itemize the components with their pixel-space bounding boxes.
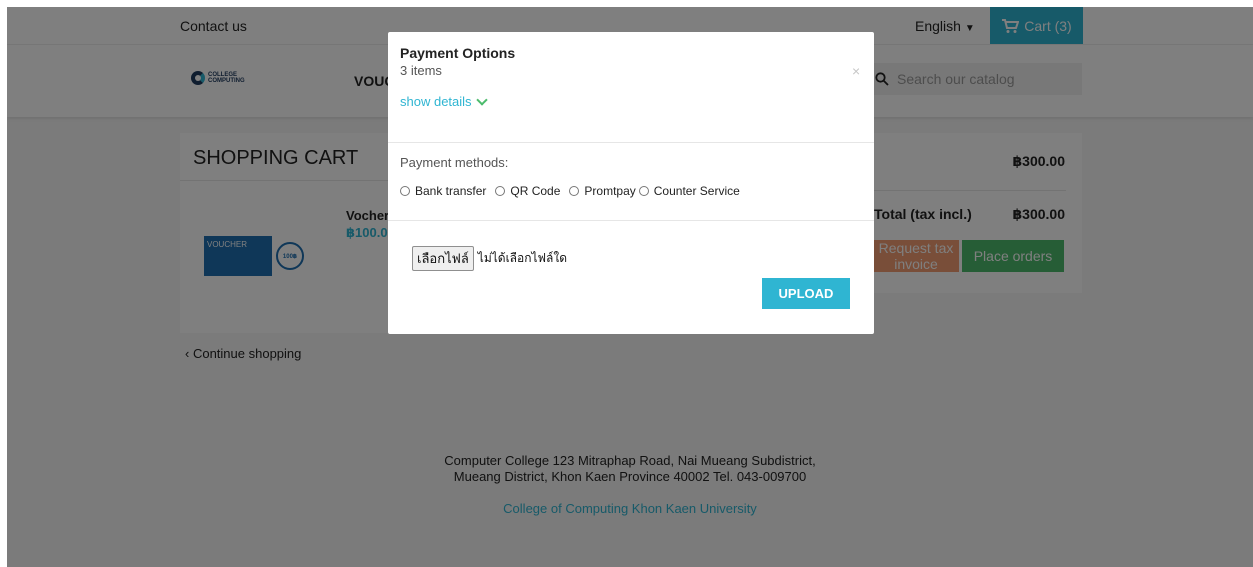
payment-methods-label: Payment methods: [400, 155, 509, 170]
file-upload-row: เลือกไฟล์ ไม่ได้เลือกไฟล์ใด [412, 246, 567, 271]
radio-button[interactable] [400, 186, 410, 196]
radio-button[interactable] [638, 186, 649, 196]
divider [388, 220, 874, 221]
file-status-text: ไม่ได้เลือกไฟล์ใด [477, 251, 568, 265]
show-details-toggle[interactable]: show details [400, 93, 488, 109]
radio-button[interactable] [569, 186, 580, 196]
option-label: Bank transfer [415, 184, 487, 198]
upload-button[interactable]: UPLOAD [762, 278, 850, 309]
show-details-label: show details [400, 94, 472, 109]
option-label: QR Code [510, 184, 561, 198]
close-icon[interactable]: × [852, 63, 860, 79]
payment-option-promtpay[interactable]: Promtpay [569, 184, 636, 198]
chevron-down-icon [475, 93, 488, 106]
payment-methods-group: Bank transfer QR Code Promtpay Counter S… [400, 184, 749, 198]
payment-options-modal: Payment Options 3 items × show details P… [388, 32, 874, 334]
modal-title: Payment Options [400, 45, 516, 61]
radio-button[interactable] [495, 186, 506, 196]
payment-option-counter-service[interactable]: Counter Service [638, 184, 740, 198]
payment-option-qr-code[interactable]: QR Code [495, 184, 560, 198]
option-label: Promtpay [584, 184, 636, 198]
option-label: Counter Service [653, 184, 740, 198]
payment-option-bank-transfer[interactable]: Bank transfer [400, 184, 486, 198]
choose-file-button[interactable]: เลือกไฟล์ [412, 246, 474, 271]
modal-subtitle: 3 items [400, 63, 442, 78]
divider [388, 142, 874, 143]
